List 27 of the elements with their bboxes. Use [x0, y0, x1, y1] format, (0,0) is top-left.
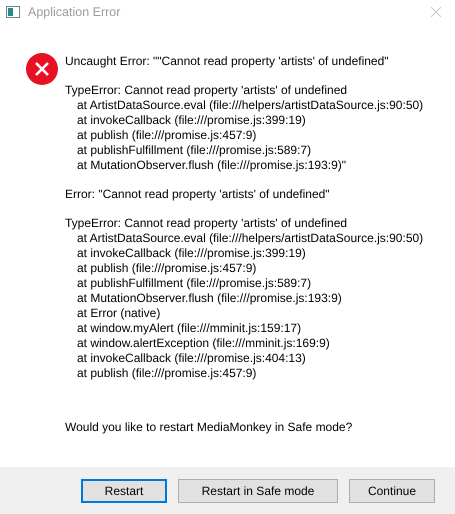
stack-frame: at window.alertException (file:///mminit.js:169:9) [65, 336, 424, 351]
error-message: TypeError: Cannot read property 'artists' of undefined [65, 216, 348, 231]
stack-frame: at Error (native) [65, 306, 424, 321]
stack-frame: at publish (file:///promise.js:457:9) [65, 261, 424, 276]
error-message: Error: "Cannot read property 'artists' of undefined" [65, 187, 331, 202]
stack-frame: at publishFulfillment (file:///promise.js:589:7) [65, 143, 424, 158]
stack-frame: at ArtistDataSource.eval (file:///helpers/artistDataSource.js:90:50) [65, 98, 424, 113]
question-text: Would you like to restart MediaMonkey in Safe mode? [65, 420, 354, 435]
stack-frame: at invokeCallback (file:///promise.js:404:13) [65, 351, 424, 366]
stack-frame: at window.myAlert (file:///mminit.js:159:17) [65, 321, 424, 336]
dialog-button[interactable]: Continue [349, 478, 435, 502]
stack-frame: at ArtistDataSource.eval (file:///helpers/artistDataSource.js:90:50) [65, 231, 424, 246]
error-message: TypeError: Cannot read property 'artists' of undefined [65, 83, 348, 98]
error-message: Uncaught Error: ""Cannot read property 'artists' of undefined" [65, 54, 390, 69]
error-icon [26, 53, 58, 85]
dialog-button[interactable]: Restart in Safe mode [178, 478, 338, 502]
window-title: Application Error [28, 5, 122, 19]
stack-frame: at MutationObserver.flush (file:///promise.js:193:9)" [65, 158, 424, 173]
stack-frame: at publish (file:///promise.js:457:9) [65, 366, 424, 381]
close-icon[interactable] [431, 7, 441, 17]
stack-frame: at publishFulfillment (file:///promise.js:589:7) [65, 276, 424, 291]
stack-frame: at invokeCallback (file:///promise.js:399:19) [65, 113, 424, 128]
app-icon [6, 6, 20, 18]
stack-frame: at invokeCallback (file:///promise.js:399:19) [65, 246, 424, 261]
stack-frame: at MutationObserver.flush (file:///promise.js:193:9) [65, 291, 424, 306]
dialog-button[interactable]: Restart [81, 478, 167, 502]
stack-frame: at publish (file:///promise.js:457:9) [65, 128, 424, 143]
